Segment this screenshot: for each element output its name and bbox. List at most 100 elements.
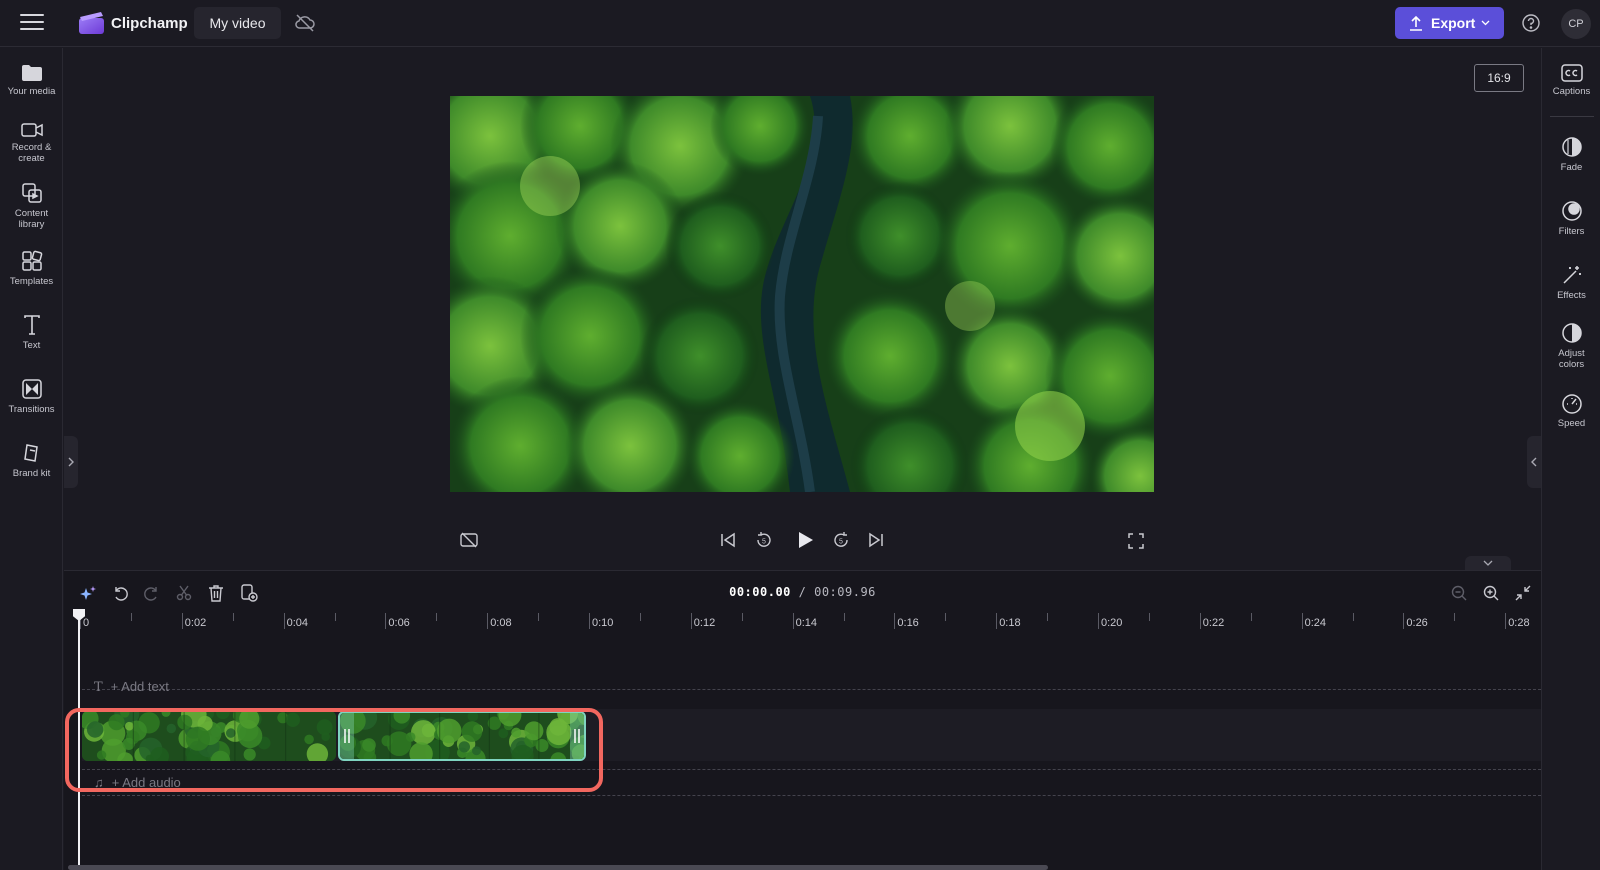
add-text-label: + Add text — [110, 679, 169, 694]
time-ruler[interactable]: 0 0:02 0:04 0:06 0:08 0:10 0:12 0:14 0:16 0:18 0:2… — [64, 611, 1541, 635]
timeline-scrollbar[interactable] — [68, 865, 1048, 870]
ruler-minor-tick — [1148, 613, 1150, 621]
sidebar-label: Captions — [1552, 86, 1591, 97]
ruler-label: 0:06 — [388, 617, 410, 629]
sidebar-item-content-library[interactable]: Content library — [0, 182, 63, 230]
left-sidebar: Your media Record & create Content libra… — [0, 48, 63, 870]
ruler-major-tick — [181, 613, 183, 629]
rewind-5s-icon[interactable]: 5 — [754, 530, 774, 550]
forest-video-frame — [450, 96, 1154, 492]
sidebar-item-effects[interactable]: Effects — [1542, 264, 1600, 301]
forward-5s-icon[interactable]: 5 — [831, 530, 851, 550]
divider — [1550, 116, 1594, 117]
sidebar-item-record-create[interactable]: Record & create — [0, 122, 63, 164]
ruler-minor-tick — [334, 613, 336, 621]
speed-icon — [1561, 394, 1582, 414]
clip-highlight-annotation — [65, 708, 603, 792]
ruler-label: 0:16 — [897, 617, 919, 629]
fade-icon — [1561, 137, 1582, 157]
help-icon[interactable] — [1521, 13, 1541, 33]
ruler-label: 0:14 — [795, 617, 818, 629]
aspect-ratio-button[interactable]: 16:9 — [1474, 64, 1524, 92]
avatar[interactable]: CP — [1561, 9, 1591, 39]
ruler-label: 0:08 — [490, 617, 512, 629]
right-panel-expand-button[interactable] — [1527, 436, 1541, 488]
skip-to-start-icon[interactable] — [720, 532, 736, 548]
ruler-minor-tick — [1047, 613, 1049, 621]
sidebar-item-templates[interactable]: Templates — [0, 250, 63, 287]
ruler-minor-tick — [436, 613, 438, 621]
export-label: Export — [1431, 15, 1476, 31]
app-name: Clipchamp — [111, 15, 188, 32]
sidebar-item-your-media[interactable]: Your media — [0, 64, 63, 97]
sidebar-label: Text — [22, 340, 41, 351]
sidebar-item-fade[interactable]: Fade — [1542, 136, 1600, 173]
ruler-minor-tick — [843, 613, 845, 621]
ruler-major-tick — [1403, 613, 1405, 629]
sidebar-item-captions[interactable]: Captions — [1542, 64, 1600, 97]
cloud-off-icon[interactable] — [294, 13, 316, 33]
chevron-left-icon — [1531, 457, 1537, 467]
sidebar-label: Fade — [1560, 162, 1583, 173]
ruler-major-tick — [792, 613, 794, 629]
library-icon — [21, 183, 42, 203]
ruler-minor-tick — [1250, 613, 1252, 621]
ruler-label: 0:10 — [592, 617, 614, 629]
ruler-major-tick — [690, 613, 692, 629]
sidebar-label: Adjust colors — [1558, 348, 1585, 370]
chevron-down-icon — [1481, 20, 1490, 26]
brand-kit-icon — [23, 444, 38, 462]
folder-icon — [21, 65, 42, 81]
sidebar-item-text[interactable]: Text — [0, 314, 63, 351]
sidebar-item-transitions[interactable]: Transitions — [0, 378, 63, 415]
sidebar-label: Templates — [9, 276, 54, 287]
ruler-label: 0:26 — [1406, 617, 1428, 629]
add-text-track[interactable]: T + Add text — [94, 679, 169, 695]
ruler-minor-tick — [232, 613, 234, 621]
menu-icon[interactable] — [20, 14, 44, 32]
chevron-down-icon — [1483, 560, 1493, 566]
sidebar-label: Record & create — [11, 142, 52, 164]
filters-icon — [1561, 201, 1582, 221]
ruler-label: 0:18 — [999, 617, 1021, 629]
top-bar: Clipchamp My video Export CP — [0, 0, 1600, 47]
ruler-label: 0:02 — [184, 617, 207, 629]
chevron-right-icon — [68, 457, 74, 467]
time-separator: / — [790, 585, 815, 599]
captions-off-icon[interactable] — [460, 532, 478, 548]
ruler-major-tick — [385, 613, 387, 629]
sidebar-item-filters[interactable]: Filters — [1542, 200, 1600, 237]
ruler-minor-tick — [538, 613, 540, 621]
ruler-major-tick — [894, 613, 896, 629]
skip-to-end-icon[interactable] — [868, 532, 884, 548]
timeline-collapse-button[interactable] — [1465, 556, 1511, 570]
left-panel-expand-button[interactable] — [64, 436, 78, 488]
project-title[interactable]: My video — [194, 7, 281, 39]
adjust-colors-icon — [1561, 323, 1582, 343]
ruler-minor-tick — [1454, 613, 1456, 621]
ruler-minor-tick — [130, 613, 132, 621]
right-sidebar: Captions Fade Filters Effects Adjust col… — [1541, 48, 1600, 870]
ruler-major-tick — [589, 613, 590, 629]
camera-icon — [20, 123, 43, 137]
effects-icon — [1562, 266, 1581, 284]
fullscreen-icon[interactable] — [1128, 533, 1144, 549]
track-divider — [82, 689, 1541, 690]
ruler-label: 0:04 — [286, 617, 309, 629]
ruler-label: 0:12 — [693, 617, 716, 629]
ruler-major-tick — [487, 613, 489, 629]
video-preview — [450, 96, 1154, 492]
ruler-label: 0:20 — [1101, 617, 1123, 629]
upload-icon — [1410, 15, 1422, 31]
sidebar-label: Your media — [7, 86, 56, 97]
sidebar-item-speed[interactable]: Speed — [1542, 392, 1600, 429]
sidebar-item-brand-kit[interactable]: Brand kit — [0, 442, 63, 479]
sidebar-label: Speed — [1557, 418, 1586, 429]
sidebar-item-adjust-colors[interactable]: Adjust colors — [1542, 322, 1600, 370]
export-button[interactable]: Export — [1395, 7, 1504, 39]
clipchamp-logo — [79, 12, 104, 34]
play-icon[interactable] — [795, 530, 815, 550]
ruler-major-tick — [1505, 613, 1507, 629]
ruler-minor-tick — [1352, 613, 1354, 621]
sidebar-label: Filters — [1558, 226, 1585, 237]
